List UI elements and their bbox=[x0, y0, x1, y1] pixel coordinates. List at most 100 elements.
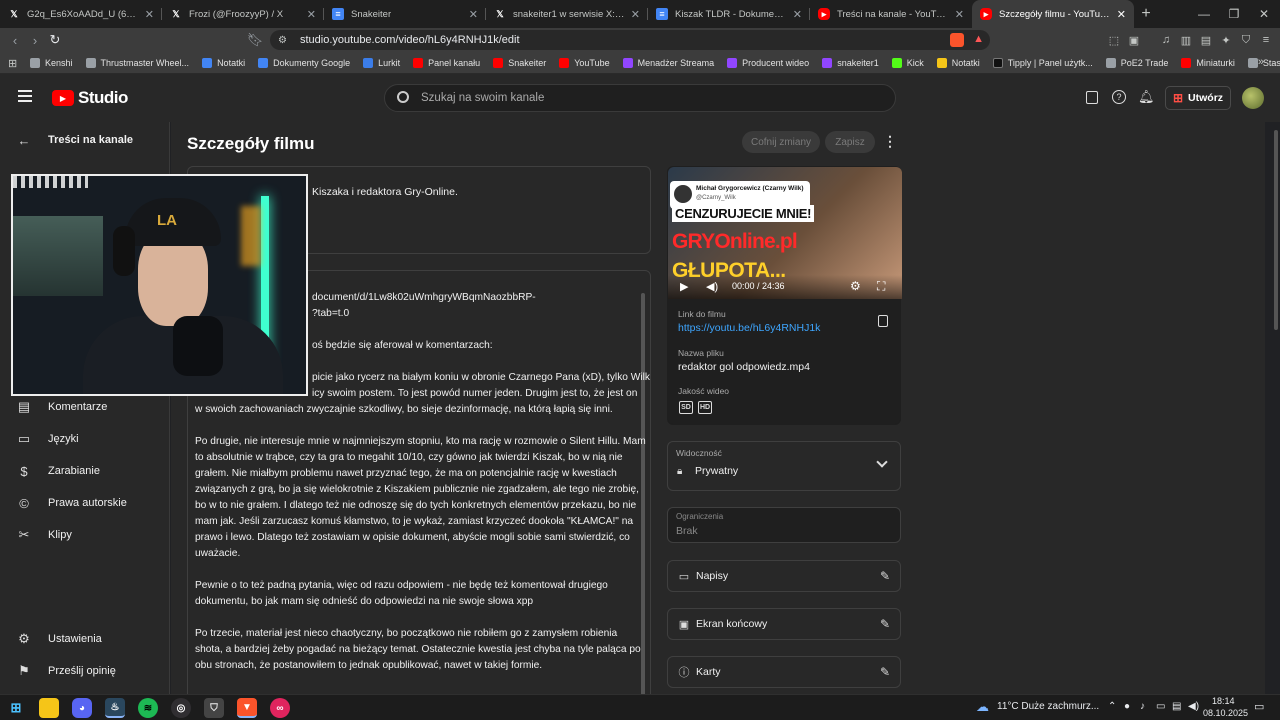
play-icon[interactable]: ▶ bbox=[680, 280, 688, 293]
end-screen-section[interactable]: ▣ Ekran końcowy ✎ bbox=[667, 608, 901, 640]
mic-tray-icon[interactable]: ♪ bbox=[1140, 701, 1145, 712]
extension-icon[interactable]: ⬚ bbox=[1106, 32, 1122, 48]
save-button[interactable]: Zapisz bbox=[825, 131, 875, 153]
display-icon[interactable]: ▤ bbox=[1172, 701, 1181, 712]
video-link[interactable]: https://youtu.be/hL6y4RNHJ1k bbox=[678, 322, 820, 334]
volume-icon[interactable]: ◀) bbox=[706, 280, 718, 293]
close-icon[interactable]: ✕ bbox=[1117, 8, 1126, 21]
hamburger-menu-icon[interactable] bbox=[18, 90, 32, 102]
bookmark-item[interactable]: Kenshi bbox=[30, 57, 73, 68]
clock-time[interactable]: 18:14 bbox=[1212, 696, 1235, 706]
bookmark-item[interactable]: snakeiter1 bbox=[822, 57, 879, 68]
brave-shield-icon[interactable] bbox=[950, 33, 964, 47]
more-bookmarks-icon[interactable]: » bbox=[1258, 56, 1264, 68]
url-bar[interactable]: ⚙ studio.youtube.com/video/hL6y4RNHJ1k/e… bbox=[270, 30, 990, 50]
bookmark-item[interactable]: Snakeiter bbox=[493, 57, 546, 68]
bookmark-item[interactable]: Lurkit bbox=[363, 57, 400, 68]
notification-center-icon[interactable]: ▭ bbox=[1254, 700, 1264, 713]
maximize-button[interactable]: ❐ bbox=[1218, 0, 1250, 28]
sidebar-icon[interactable]: ▥ bbox=[1178, 32, 1194, 48]
sidebar-item-languages[interactable]: ▭ Języki bbox=[0, 423, 170, 455]
back-to-content-link[interactable]: ← Treści na kanale bbox=[0, 124, 170, 156]
more-options-icon[interactable]: ⋮ bbox=[883, 133, 897, 150]
forward-icon[interactable]: › bbox=[26, 31, 44, 49]
restrictions-field[interactable]: Ograniczenia Brak bbox=[667, 507, 901, 543]
weather-text[interactable]: 11°C Duże zachmurz... bbox=[997, 701, 1099, 712]
brave-rewards-icon[interactable]: ▲ bbox=[973, 33, 984, 45]
search-input[interactable]: Szukaj na swoim kanale bbox=[384, 84, 896, 112]
bookmark-item[interactable]: Menadżer Streama bbox=[622, 57, 714, 68]
bookmark-item[interactable]: Notatki bbox=[936, 57, 980, 68]
close-icon[interactable]: ✕ bbox=[793, 8, 802, 21]
new-tab-button[interactable]: + bbox=[1134, 0, 1158, 28]
vpn-icon[interactable]: ⛉ bbox=[1238, 32, 1254, 48]
spotify-icon[interactable]: ≋ bbox=[138, 698, 158, 718]
volume-tray-icon[interactable]: ◀) bbox=[1188, 701, 1199, 712]
browser-tab[interactable]: 𝕏 snakeiter1 w serwisie X: „Frozi, o co … bbox=[486, 0, 648, 28]
file-explorer-icon[interactable] bbox=[39, 698, 59, 718]
bookmark-item[interactable]: Dokumenty Google bbox=[258, 57, 350, 68]
steam-icon[interactable]: ♨ bbox=[105, 698, 125, 718]
fullscreen-icon[interactable]: ⛶ bbox=[877, 279, 885, 294]
site-info-icon[interactable]: ⚙ bbox=[278, 35, 287, 46]
leo-icon[interactable]: ✦ bbox=[1218, 32, 1234, 48]
screenshot-icon[interactable]: ▣ bbox=[1126, 32, 1142, 48]
bookmark-item[interactable]: Miniaturki bbox=[1181, 57, 1235, 68]
microphone-icon[interactable]: ● bbox=[1124, 701, 1130, 712]
obs-icon[interactable]: ◎ bbox=[171, 698, 191, 718]
sidebar-item-monetization[interactable]: $ Zarabianie bbox=[0, 455, 170, 487]
close-icon[interactable]: ✕ bbox=[631, 8, 640, 21]
bookmark-item[interactable]: YouTube bbox=[559, 57, 610, 68]
browser-tab[interactable]: ≡ Snakeiter ✕ bbox=[324, 0, 486, 28]
create-button[interactable]: ⊞ Utwórz bbox=[1165, 86, 1231, 110]
bookmark-item[interactable]: Notatki bbox=[202, 57, 245, 68]
feedback-icon[interactable] bbox=[1086, 91, 1098, 104]
notifications-icon[interactable]: 🔔︎ bbox=[1138, 89, 1155, 105]
tray-expand-icon[interactable]: ⌃ bbox=[1108, 701, 1116, 712]
bookmark-item[interactable]: Tipply | Panel użytk... bbox=[992, 57, 1093, 68]
close-icon[interactable]: ✕ bbox=[955, 8, 964, 21]
music-icon[interactable]: ♫ bbox=[1158, 32, 1174, 48]
browser-tab[interactable]: ▸ Treści na kanale - YouTube Studio ✕ bbox=[810, 0, 972, 28]
browser-tab[interactable]: 𝕏 G2q_Es6XoAADd_U (633×507) ✕ bbox=[0, 0, 162, 28]
pencil-icon[interactable]: ✎ bbox=[880, 569, 890, 583]
clock-date[interactable]: 08.10.2025 bbox=[1203, 708, 1248, 718]
avatar[interactable] bbox=[1242, 87, 1264, 109]
description-scrollbar[interactable] bbox=[641, 293, 645, 699]
back-icon[interactable]: ‹ bbox=[6, 31, 24, 49]
bookmark-item[interactable]: Panel kanału bbox=[413, 57, 480, 68]
sidebar-item-clips[interactable]: ✂ Klipy bbox=[0, 519, 170, 551]
wallet-icon[interactable]: ▤ bbox=[1198, 32, 1214, 48]
pencil-icon[interactable]: ✎ bbox=[880, 665, 890, 679]
close-icon[interactable]: ✕ bbox=[145, 8, 154, 21]
video-thumbnail[interactable]: Michał Grygorcewicz (Czarny Wilk) @Czarn… bbox=[668, 167, 902, 299]
reload-icon[interactable]: ↻ bbox=[46, 31, 64, 49]
menu-icon[interactable]: ≡ bbox=[1258, 32, 1274, 48]
security-app-icon[interactable]: ⛉ bbox=[204, 698, 224, 718]
undo-changes-button[interactable]: Cofnij zmiany bbox=[742, 131, 820, 153]
bookmark-item[interactable]: Producent wideo bbox=[727, 57, 809, 68]
copy-icon[interactable] bbox=[878, 315, 888, 327]
window-close-button[interactable]: ✕ bbox=[1248, 0, 1280, 28]
sidebar-item-copyright[interactable]: © Prawa autorskie bbox=[0, 487, 170, 519]
network-icon[interactable]: ▭ bbox=[1156, 701, 1165, 712]
studio-logo[interactable]: ▶ Studio bbox=[52, 88, 128, 108]
bookmark-icon[interactable]: 🔖︎ bbox=[246, 31, 264, 49]
browser-tab-active[interactable]: ▸ Szczegóły filmu - YouTube Studio ✕ bbox=[972, 0, 1134, 28]
apps-grid-icon[interactable]: ⊞ bbox=[8, 57, 17, 70]
cards-section[interactable]: ⓘ Karty ✎ bbox=[667, 656, 901, 688]
browser-tab[interactable]: ≡ Kiszak TLDR - Dokumenty Google ✕ bbox=[648, 0, 810, 28]
page-scrollbar[interactable] bbox=[1274, 130, 1278, 330]
browser-tab[interactable]: 𝕏 Frozi (@FroozyyP) / X ✕ bbox=[162, 0, 324, 28]
minimize-button[interactable]: — bbox=[1188, 0, 1220, 28]
bookmark-item[interactable]: Kick bbox=[891, 57, 924, 68]
close-icon[interactable]: ✕ bbox=[307, 8, 316, 21]
streaming-app-icon[interactable]: ∞ bbox=[270, 698, 290, 718]
pencil-icon[interactable]: ✎ bbox=[880, 617, 890, 631]
brave-browser-icon[interactable]: ▼ bbox=[237, 698, 257, 718]
bookmark-item[interactable]: PoE2 Trade bbox=[1105, 57, 1168, 68]
sidebar-item-feedback[interactable]: ⚑ Prześlij opinię bbox=[0, 655, 170, 687]
discord-icon[interactable]: ◕ bbox=[72, 698, 92, 718]
close-icon[interactable]: ✕ bbox=[469, 8, 478, 21]
sidebar-item-settings[interactable]: ⚙ Ustawienia bbox=[0, 623, 170, 655]
